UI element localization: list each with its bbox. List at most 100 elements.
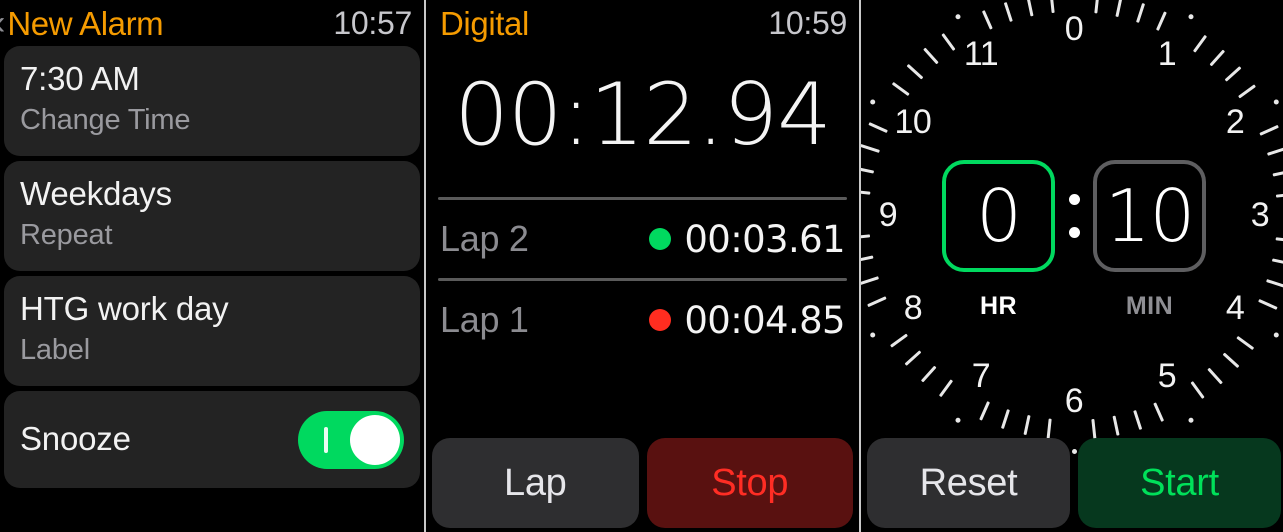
dial-tick-icon — [1235, 335, 1254, 351]
timer-hour-label: HR — [979, 292, 1018, 320]
timer-panel: 0 1 2 3 4 5 6 7 8 9 10 11 0 10 HR MIN Reset Start — [861, 0, 1283, 532]
alarm-row-secondary: Change Time — [20, 104, 191, 137]
alarm-settings-list: 7:30 AM Change Time Weekdays Repeat HTG … — [0, 46, 424, 488]
page-title: Digital — [440, 4, 529, 42]
snooze-label: Snooze — [20, 420, 131, 458]
dial-hour-dot-icon — [1188, 417, 1193, 423]
dial-hour-dot-icon — [1273, 99, 1279, 105]
stop-button[interactable]: Stop — [646, 438, 853, 528]
dial-hour-dot-icon — [869, 99, 875, 105]
alarm-row-snooze[interactable]: Snooze — [4, 391, 420, 488]
timer-hour-field[interactable]: 0 — [942, 160, 1055, 272]
dial-tick-icon — [922, 47, 939, 65]
alarm-panel: ‹ New Alarm 10:57 7:30 AM Change Time We… — [0, 0, 424, 532]
dial-tick-icon — [1132, 410, 1142, 430]
dial-tick-icon — [1271, 258, 1283, 266]
dial-tick-icon — [1111, 415, 1120, 436]
alarm-row-primary: 7:30 AM — [20, 60, 140, 98]
timer-minute-field[interactable]: 10 — [1093, 160, 1206, 272]
stopwatch-panel: Digital 10:59 00:12.94 Lap 2 00:03.61 La… — [426, 0, 859, 532]
dial-tick-icon — [920, 365, 936, 383]
lap-fastest-dot-icon — [649, 228, 672, 250]
status-clock: 10:57 — [333, 5, 412, 41]
dial-numeral: 8 — [903, 289, 923, 327]
dial-tick-icon — [1224, 66, 1241, 82]
dial-tick-icon — [1114, 0, 1123, 18]
colon-dot-bottom — [1068, 227, 1080, 238]
dial-tick-icon — [891, 81, 910, 97]
dial-hour-dot-icon — [1188, 14, 1193, 20]
dial-numeral: 4 — [1225, 289, 1245, 327]
timer-minute-label: MIN — [1125, 292, 1174, 320]
dial-tick-icon — [861, 276, 879, 286]
colon-dot-top — [1068, 194, 1080, 205]
dial-tick-icon — [1265, 279, 1283, 289]
dial-hour-dot-icon — [869, 332, 875, 338]
lap-list-item: Lap 1 00:04.85 — [426, 281, 859, 359]
alarm-row-secondary: Label — [20, 334, 90, 367]
dial-tick-icon — [978, 401, 990, 421]
timer-label-spacer — [1055, 292, 1093, 321]
dial-numeral: 6 — [1064, 382, 1084, 420]
timer-button-bar: Reset Start — [861, 438, 1283, 532]
dial-hour-dot-icon — [1273, 332, 1279, 338]
alarm-row-label[interactable]: HTG work day Label — [4, 276, 420, 386]
stopwatch-header: Digital 10:59 — [426, 0, 859, 46]
dial-tick-icon — [904, 350, 921, 366]
dial-tick-icon — [906, 63, 923, 80]
alarm-header-left: ‹ New Alarm — [0, 4, 164, 42]
start-button[interactable]: Start — [1078, 438, 1281, 528]
dial-tick-icon — [1272, 169, 1283, 177]
dial-tick-icon — [889, 333, 908, 348]
alarm-row-primary: Weekdays — [20, 175, 172, 213]
dial-numeral: 5 — [1157, 357, 1177, 396]
dial-tick-icon — [1275, 237, 1283, 243]
dial-numeral: 2 — [1225, 103, 1245, 141]
status-clock: 10:59 — [768, 5, 847, 41]
lap-name: Lap 2 — [440, 218, 529, 259]
alarm-row-repeat[interactable]: Weekdays Repeat — [4, 161, 420, 271]
dial-tick-icon — [1155, 11, 1167, 31]
stopwatch-elapsed-time: 00:12.94 — [454, 65, 832, 165]
dial-tick-icon — [1003, 2, 1013, 22]
timer-colon-icon — [1055, 194, 1093, 238]
dial-tick-icon — [1209, 49, 1225, 67]
dial-tick-icon — [861, 255, 873, 263]
reset-button[interactable]: Reset — [867, 438, 1070, 528]
dial-tick-icon — [1090, 418, 1096, 440]
dial-tick-icon — [861, 189, 870, 195]
dial-tick-icon — [1222, 352, 1239, 369]
lap-right-group: 00:04.85 — [649, 299, 846, 342]
dial-tick-icon — [1046, 418, 1052, 439]
alarm-row-primary: HTG work day — [20, 290, 229, 328]
timer-hour-value: 0 — [976, 174, 1022, 258]
lap-list-item: Lap 2 00:03.61 — [426, 200, 859, 278]
dial-tick-icon — [861, 143, 880, 153]
dial-numeral: 7 — [971, 357, 991, 396]
dial-numeral: 9 — [878, 196, 898, 234]
alarm-row-secondary: Repeat — [20, 219, 113, 252]
alarm-row-change-time[interactable]: 7:30 AM Change Time — [4, 46, 420, 156]
snooze-toggle[interactable] — [298, 410, 404, 469]
dial-tick-icon — [1025, 0, 1034, 17]
lap-slowest-dot-icon — [649, 309, 672, 331]
dial-tick-icon — [861, 166, 874, 174]
lap-value: 00:03.61 — [684, 217, 845, 261]
dial-tick-icon — [1135, 2, 1145, 23]
watch-screens-stage: ‹ New Alarm 10:57 7:30 AM Change Time We… — [0, 0, 1283, 532]
dial-numeral: 10 — [894, 103, 932, 141]
dial-numeral: 11 — [963, 34, 999, 73]
dial-hour-dot-icon — [955, 14, 960, 20]
page-title: New Alarm — [7, 4, 164, 42]
dial-tick-icon — [1022, 414, 1031, 436]
dial-hour-dot-icon — [955, 417, 960, 423]
chevron-left-icon[interactable]: ‹ — [0, 6, 5, 40]
alarm-header: ‹ New Alarm 10:57 — [0, 0, 424, 46]
timer-field-group: 0 10 — [942, 160, 1206, 272]
dial-tick-icon — [861, 234, 870, 240]
dial-tick-icon — [1275, 192, 1283, 198]
dial-tick-icon — [1237, 84, 1256, 99]
lap-button[interactable]: Lap — [432, 438, 639, 528]
dial-tick-icon — [1206, 367, 1223, 385]
lap-right-group: 00:03.61 — [649, 217, 846, 261]
